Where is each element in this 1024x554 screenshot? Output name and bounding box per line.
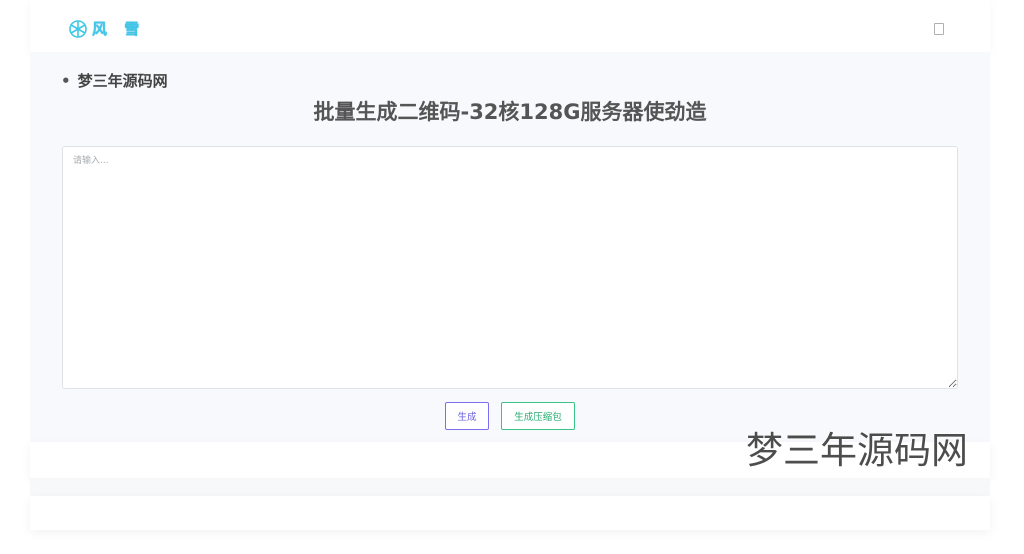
snowflake-icon — [69, 19, 87, 38]
page-title: 批量生成二维码-32核128G服务器使劲造 — [313, 100, 707, 124]
site-logo[interactable]: 风 雪 — [68, 18, 145, 39]
top-header: 风 雪 — [30, 0, 990, 52]
footer-band-2 — [30, 496, 990, 530]
watermark-text: 梦三年源码网 — [746, 429, 968, 472]
menu-icon[interactable] — [934, 23, 944, 35]
logo-text: 风 雪 — [92, 20, 146, 38]
main-content: 梦三年源码网 批量生成二维码-32核128G服务器使劲造 生成 生成压缩包 — [30, 52, 990, 442]
section-gap — [30, 478, 990, 496]
breadcrumb[interactable]: 梦三年源码网 — [61, 70, 168, 91]
generate-zip-button[interactable]: 生成压缩包 — [501, 402, 575, 430]
generate-button[interactable]: 生成 — [445, 402, 489, 430]
input-textarea[interactable] — [62, 146, 958, 389]
